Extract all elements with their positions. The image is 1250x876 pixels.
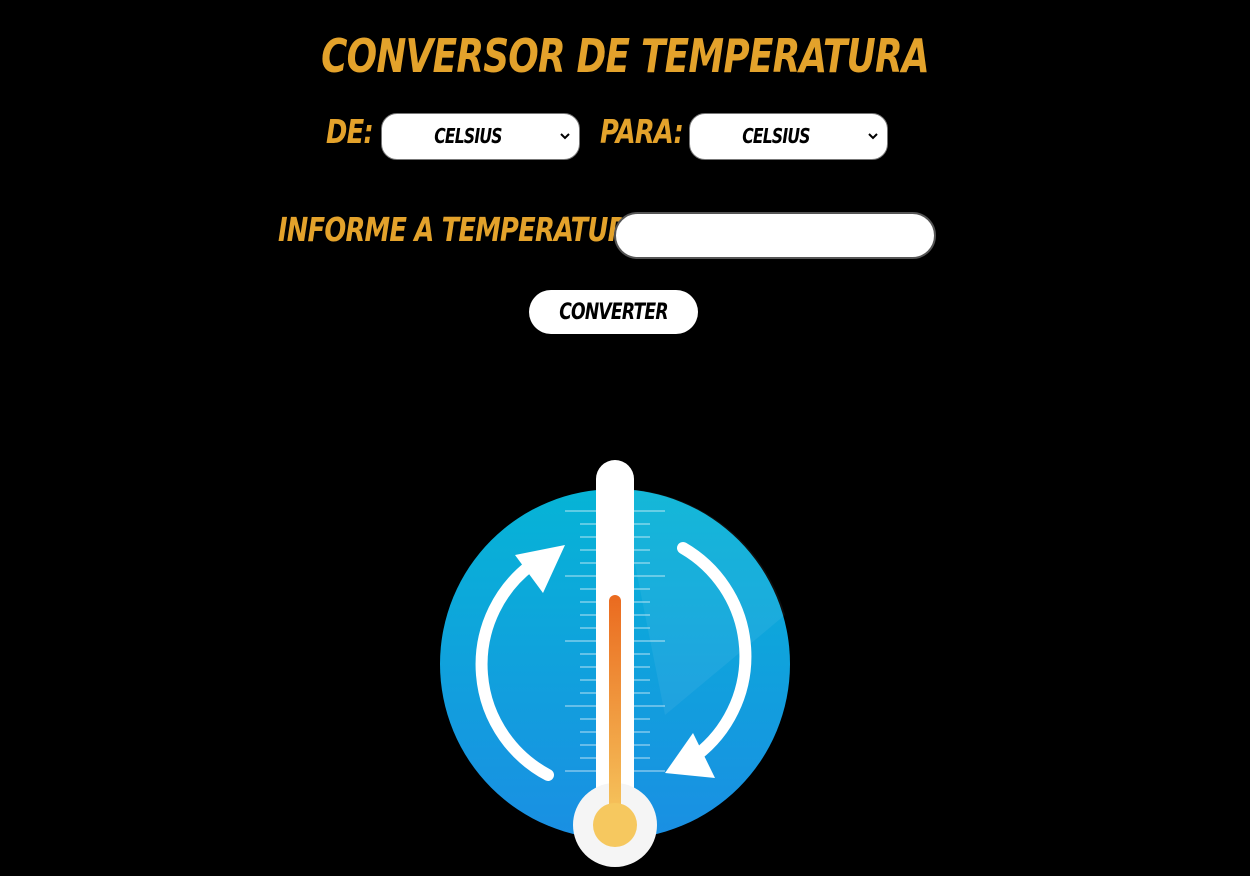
from-label: DE: xyxy=(326,112,374,151)
temperature-input[interactable] xyxy=(614,212,936,259)
thermometer-conversion-icon xyxy=(440,460,790,867)
mercury-column xyxy=(609,595,621,825)
to-unit-value: CELSIUS xyxy=(742,124,810,148)
to-label: PARA: xyxy=(600,112,684,151)
from-unit-value: CELSIUS xyxy=(434,124,502,148)
from-unit-select[interactable]: CELSIUS xyxy=(381,113,580,160)
chevron-down-icon xyxy=(868,133,878,140)
convert-button-label: CONVERTER xyxy=(559,300,668,325)
mercury-bulb xyxy=(593,803,637,847)
chevron-down-icon xyxy=(560,133,570,140)
temperature-label: INFORME A TEMPERATURA: xyxy=(278,210,657,249)
convert-button[interactable]: CONVERTER xyxy=(529,290,698,334)
page-title: CONVERSOR DE TEMPERATURA xyxy=(321,29,930,83)
to-unit-select[interactable]: CELSIUS xyxy=(689,113,888,160)
